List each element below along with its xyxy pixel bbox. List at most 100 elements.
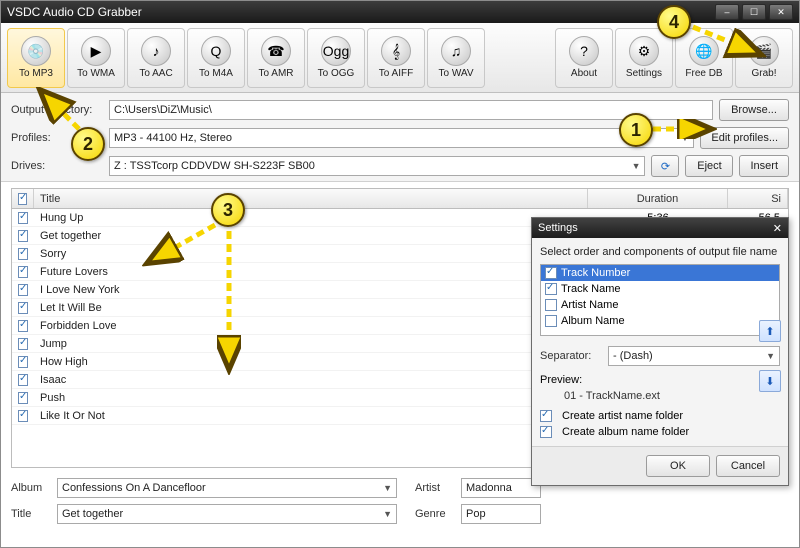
filename-component[interactable]: Track Number — [541, 265, 779, 281]
col-duration[interactable]: Duration — [588, 189, 728, 208]
maximize-button[interactable]: ☐ — [742, 4, 766, 20]
track-title: Like It Or Not — [34, 410, 588, 422]
col-title[interactable]: Title — [34, 189, 588, 208]
format-label: To WMA — [77, 68, 115, 79]
track-checkbox[interactable] — [18, 320, 28, 332]
callout-2: 2 — [71, 127, 105, 161]
format-to-wma[interactable]: ▶ To WMA — [67, 28, 125, 88]
format-to-amr[interactable]: ☎ To AMR — [247, 28, 305, 88]
dialog-title: Settings — [538, 222, 578, 234]
track-title: Sorry — [34, 248, 588, 260]
close-button[interactable]: ✕ — [769, 4, 793, 20]
format-label: To AMR — [258, 68, 293, 79]
filename-component[interactable]: Album Name — [541, 313, 779, 329]
grab!-icon: 🎬 — [749, 36, 779, 66]
format-icon: ♫ — [441, 36, 471, 66]
format-to-aac[interactable]: ♪To AAC — [127, 28, 185, 88]
track-title: Get together — [34, 230, 588, 242]
refresh-icon: ⟳ — [661, 160, 670, 173]
format-icon: ☎ — [261, 36, 291, 66]
move-down-button[interactable]: ⬇ — [759, 370, 781, 392]
profiles-combo[interactable]: MP3 - 44100 Hz, Stereo▼ — [109, 128, 694, 148]
callout-4: 4 — [657, 5, 691, 39]
format-label: To OGG — [318, 68, 355, 79]
format-icon: 𝄞 — [381, 36, 411, 66]
track-checkbox[interactable] — [18, 302, 28, 314]
album-combo[interactable]: Confessions On A Dancefloor▼ — [57, 478, 397, 498]
arrow-up-icon: ⬆ — [765, 325, 774, 338]
separator-label: Separator: — [540, 350, 602, 362]
drives-label: Drives: — [11, 160, 103, 172]
toolbar-label: About — [571, 68, 597, 79]
chevron-down-icon: ▼ — [383, 509, 392, 519]
move-up-button[interactable]: ⬆ — [759, 320, 781, 342]
create-album-label: Create album name folder — [562, 426, 689, 438]
format-label: To M4A — [199, 68, 233, 79]
filename-component[interactable]: Artist Name — [541, 297, 779, 313]
insert-button[interactable]: Insert — [739, 155, 789, 177]
format-icon: ▶ — [81, 36, 111, 66]
title-label: Title — [11, 508, 51, 520]
format-label: To WAV — [438, 68, 473, 79]
callout-1: 1 — [619, 113, 653, 147]
create-album-checkbox[interactable] — [540, 426, 552, 438]
cancel-button[interactable]: Cancel — [716, 455, 780, 477]
minimize-button[interactable]: – — [715, 4, 739, 20]
track-checkbox[interactable] — [18, 230, 28, 242]
ok-button[interactable]: OK — [646, 455, 710, 477]
component-checkbox[interactable] — [545, 267, 557, 279]
create-artist-checkbox[interactable] — [540, 410, 552, 422]
free-db-button[interactable]: 🌐Free DB — [675, 28, 733, 88]
track-checkbox[interactable] — [18, 212, 28, 224]
grab--button[interactable]: 🎬Grab! — [735, 28, 793, 88]
title-combo[interactable]: Get together▼ — [57, 504, 397, 524]
format-to-mp3[interactable]: 💿 To MP3 — [7, 28, 65, 88]
track-checkbox[interactable] — [18, 284, 28, 296]
free db-icon: 🌐 — [689, 36, 719, 66]
output-dir-label: Output directory: — [11, 104, 103, 116]
preview-value: 01 - TrackName.ext — [540, 386, 780, 406]
track-checkbox[interactable] — [18, 338, 28, 350]
track-title: Hung Up — [34, 212, 588, 224]
component-checkbox[interactable] — [545, 283, 557, 295]
filename-order-list[interactable]: Track Number Track Name Artist NameAlbum N… — [540, 264, 780, 336]
format-to-m4a[interactable]: QTo M4A — [187, 28, 245, 88]
chevron-down-icon: ▼ — [383, 483, 392, 493]
track-title: I Love New York — [34, 284, 588, 296]
edit-profiles-button[interactable]: Edit profiles... — [700, 127, 789, 149]
drives-combo[interactable]: Z : TSSTcorp CDDVDW SH-S223F SB00▼ — [109, 156, 645, 176]
dialog-desc: Select order and components of output fi… — [540, 246, 780, 258]
separator-combo[interactable]: - (Dash)▼ — [608, 346, 780, 366]
chevron-down-icon: ▼ — [632, 161, 641, 171]
component-checkbox[interactable] — [545, 315, 557, 327]
track-checkbox[interactable] — [18, 266, 28, 278]
format-to-ogg[interactable]: OggTo OGG — [307, 28, 365, 88]
dialog-close-icon[interactable]: ✕ — [773, 222, 782, 235]
format-to-aiff[interactable]: 𝄞To AIFF — [367, 28, 425, 88]
refresh-button[interactable]: ⟳ — [651, 155, 679, 177]
format-to-wav[interactable]: ♫ To WAV — [427, 28, 485, 88]
artist-combo[interactable]: Madonna — [461, 478, 541, 498]
track-checkbox[interactable] — [18, 410, 28, 422]
format-icon: 💿 — [21, 36, 51, 66]
genre-combo[interactable]: Pop — [461, 504, 541, 524]
col-size[interactable]: Si — [728, 189, 788, 208]
output-dir-input[interactable] — [109, 100, 713, 120]
component-checkbox[interactable] — [545, 299, 557, 311]
artist-label: Artist — [415, 482, 455, 494]
track-checkbox[interactable] — [18, 392, 28, 404]
callout-3: 3 — [211, 193, 245, 227]
about-button[interactable]: ?About — [555, 28, 613, 88]
track-checkbox[interactable] — [18, 248, 28, 260]
track-checkbox[interactable] — [18, 374, 28, 386]
arrow-down-icon: ⬇ — [765, 375, 774, 388]
filename-component[interactable]: Track Name — [541, 281, 779, 297]
component-label: Track Name — [561, 283, 621, 295]
eject-button[interactable]: Eject — [685, 155, 733, 177]
track-title: Future Lovers — [34, 266, 588, 278]
select-all-checkbox[interactable] — [18, 193, 27, 205]
browse-button[interactable]: Browse... — [719, 99, 789, 121]
track-checkbox[interactable] — [18, 356, 28, 368]
album-label: Album — [11, 482, 51, 494]
format-label: To MP3 — [19, 68, 53, 79]
